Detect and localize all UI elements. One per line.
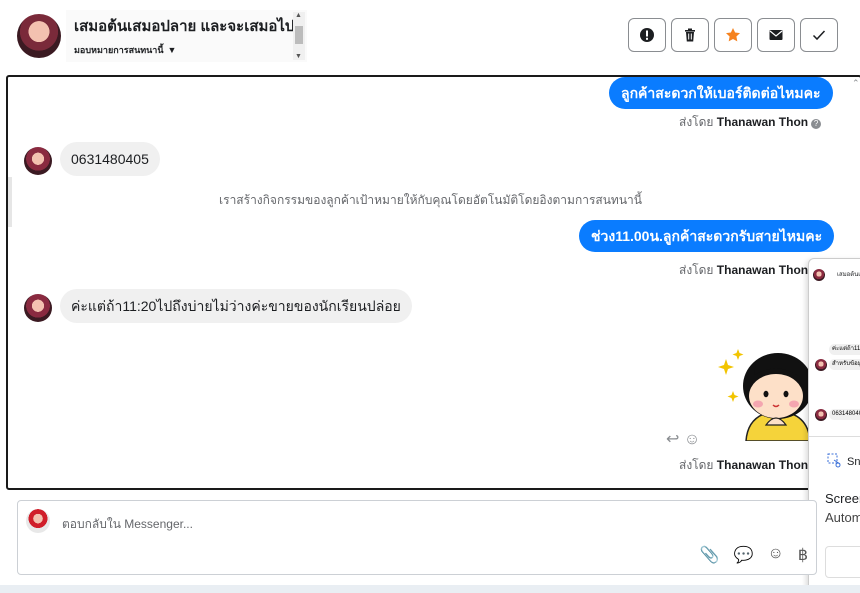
saved-replies-icon[interactable]: 💬 <box>734 545 754 565</box>
agent-name: Thanawan Thon <box>716 458 809 472</box>
title-scrollbar[interactable]: ▲ ▼ <box>293 12 305 60</box>
message-actions: ↩ ☺ <box>666 429 700 449</box>
check-icon <box>812 30 826 41</box>
star-button[interactable] <box>714 18 752 52</box>
contact-avatar-small[interactable] <box>24 294 52 322</box>
mini-avatar <box>815 359 827 371</box>
window-bottom-bar <box>0 585 860 593</box>
header-actions <box>628 18 838 52</box>
star-icon <box>726 28 740 42</box>
incoming-message[interactable]: ค่ะแต่ถ้า11:20ไปถึงบ่ายไม่ว่างค่ะขายของน… <box>60 289 412 323</box>
contact-avatar-small[interactable] <box>24 147 52 175</box>
message-thread[interactable]: ลูกค้าสะดวกให้เบอร์ติดต่อไหมคะ ส่งโดย Th… <box>6 75 860 490</box>
contact-name: เสมอต้นเสมอปลาย และจะเสมอไป <box>74 18 294 35</box>
help-icon[interactable]: ? <box>811 119 822 129</box>
screenshot-subtitle: Autom <box>825 510 860 525</box>
composer-tools: 📎 💬 ☺ ฿ <box>700 545 808 565</box>
caret-down-icon: ▼ <box>167 45 177 55</box>
scroll-thumb[interactable] <box>295 26 303 44</box>
scissors-icon <box>827 453 841 468</box>
payment-icon[interactable]: ฿ <box>798 545 808 565</box>
agent-name: Thanawan Thon <box>716 115 809 129</box>
popup-action-button[interactable] <box>825 546 860 578</box>
delete-button[interactable] <box>671 18 709 52</box>
mini-avatar <box>815 409 827 421</box>
sent-by-label: ส่งโดย Thanawan Thon <box>679 261 808 280</box>
system-notice: เราสร้างกิจกรรมของลูกค้าเป้าหมายให้กับคุ… <box>219 193 642 207</box>
snip-label: Sn <box>847 456 860 468</box>
screenshot-title: Screen <box>825 491 860 506</box>
sent-by-label: ส่งโดย Thanawan Thon? <box>679 113 822 132</box>
emoji-icon[interactable]: ☺ <box>767 545 783 565</box>
report-button[interactable] <box>628 18 666 52</box>
attachment-icon[interactable]: 📎 <box>700 545 720 565</box>
mini-title: เสมอต้นเสมอปลาย <box>837 272 860 278</box>
sent-by-prefix: ส่งโดย <box>679 263 714 277</box>
react-emoji-icon[interactable]: ☺ <box>684 431 700 448</box>
assign-conversation-dropdown[interactable]: มอบหมายการสนทนานี้ ▼ <box>74 43 176 57</box>
mini-bubble: สำหรับข้อมูล <box>829 359 860 370</box>
trash-icon <box>685 28 695 42</box>
agent-name: Thanawan Thon <box>716 263 809 277</box>
incoming-message[interactable]: 0631480405 <box>60 142 160 176</box>
mark-unread-button[interactable] <box>757 18 795 52</box>
reply-composer[interactable]: ตอบกลับใน Messenger... 📎 💬 ☺ ฿ <box>17 500 817 575</box>
assign-label: มอบหมายการสนทนานี้ <box>74 45 164 55</box>
report-icon <box>640 28 654 42</box>
conversation-header: เสมอต้นเสมอปลาย และจะเสมอไป มอบหมายการสน… <box>0 0 860 74</box>
right-edge-collapse-icon[interactable]: ⌃ <box>852 78 860 89</box>
mark-done-button[interactable] <box>800 18 838 52</box>
reply-icon[interactable]: ↩ <box>666 431 679 448</box>
sticker-image[interactable] <box>716 341 816 441</box>
page-avatar <box>26 509 50 533</box>
scroll-up-icon[interactable]: ▲ <box>295 12 302 19</box>
envelope-icon <box>769 30 783 40</box>
outgoing-message[interactable]: ช่วง11.00น.ลูกค้าสะดวกรับสายไหมคะ <box>579 220 835 252</box>
scroll-down-icon[interactable]: ▼ <box>295 53 302 60</box>
contact-avatar[interactable] <box>17 14 61 58</box>
outgoing-message[interactable]: ลูกค้าสะดวกให้เบอร์ติดต่อไหมคะ <box>609 77 833 109</box>
mini-avatar <box>813 269 825 281</box>
mini-bubble: 0631480405 <box>829 409 860 420</box>
reply-input[interactable]: ตอบกลับใน Messenger... <box>62 515 193 534</box>
title-block: เสมอต้นเสมอปลาย และจะเสมอไป มอบหมายการสน… <box>66 10 307 62</box>
sent-by-prefix: ส่งโดย <box>679 115 714 129</box>
mini-bubble: ค่ะแต่ถ้า11:20 <box>829 344 860 355</box>
sent-by-prefix: ส่งโดย <box>679 458 714 472</box>
sent-by-label: ส่งโดย Thanawan Thon <box>679 456 808 475</box>
popup-divider <box>809 436 860 437</box>
